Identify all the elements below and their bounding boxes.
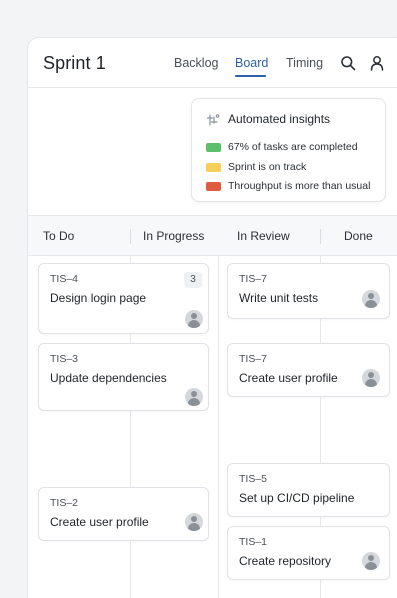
insights-title: Automated insights — [228, 112, 331, 126]
board-panel: Sprint 1 Backlog Board Timing Automated … — [27, 37, 397, 598]
column-header-in-progress[interactable]: In Progress — [143, 229, 204, 243]
avatar[interactable] — [362, 552, 380, 570]
insight-text: Sprint is on track — [228, 161, 307, 173]
avatar[interactable] — [185, 388, 203, 406]
card-title: Create user profile — [239, 371, 338, 385]
card-key: TIS–3 — [50, 353, 79, 365]
task-card-tis-7[interactable]: TIS–7 Create user profile — [227, 343, 390, 397]
column-divider — [218, 256, 219, 598]
task-card-tis-3[interactable]: TIS–3 Update dependencies — [38, 343, 209, 411]
avatar[interactable] — [362, 369, 380, 387]
board-column-headers: To Do In Progress In Review Done — [28, 215, 397, 256]
status-red-indicator — [206, 182, 221, 191]
automated-insights-panel: Automated insights 67% of tasks are comp… — [191, 98, 386, 202]
card-title: Set up CI/CD pipeline — [239, 491, 355, 505]
tab-active-indicator — [235, 75, 266, 77]
card-title: Create repository — [239, 554, 332, 568]
card-key: TIS–2 — [50, 497, 79, 509]
card-title: Create user profile — [50, 515, 149, 529]
card-key: TIS–4 — [50, 273, 79, 285]
search-icon[interactable] — [340, 55, 356, 71]
card-key: TIS–7 — [239, 273, 268, 285]
task-card-tis-2[interactable]: TIS–2 Create user profile — [38, 487, 209, 541]
column-header-in-review[interactable]: In Review — [237, 229, 290, 243]
user-icon[interactable] — [369, 55, 385, 71]
card-title: Design login page — [50, 291, 147, 305]
status-green-indicator — [206, 143, 221, 152]
task-card-tis-5[interactable]: TIS–5 Set up CI/CD pipeline — [227, 463, 390, 517]
card-key: TIS–7 — [239, 353, 268, 365]
column-divider — [130, 229, 131, 244]
status-yellow-indicator — [206, 163, 221, 172]
task-card-tis-4[interactable]: TIS–4 Design login page 3 — [38, 263, 209, 334]
column-divider — [320, 229, 321, 244]
task-card-tis-1[interactable]: TIS–1 Create repository — [227, 526, 390, 580]
avatar[interactable] — [185, 513, 203, 531]
insights-icon — [206, 114, 220, 126]
avatar[interactable] — [362, 290, 380, 308]
tab-board[interactable]: Board — [235, 56, 268, 70]
card-key: TIS–5 — [239, 473, 268, 485]
task-card-tis-7[interactable]: TIS–7 Write unit tests — [227, 263, 390, 319]
tab-backlog[interactable]: Backlog — [174, 56, 218, 70]
column-header-to-do[interactable]: To Do — [43, 229, 74, 243]
card-title: Write unit tests — [239, 291, 319, 305]
avatar[interactable] — [185, 310, 203, 328]
insight-text: 67% of tasks are completed — [228, 141, 358, 153]
tab-timing[interactable]: Timing — [286, 56, 323, 70]
card-title: Update dependencies — [50, 371, 167, 385]
board-header: Sprint 1 Backlog Board Timing — [28, 38, 397, 88]
insight-text: Throughput is more than usual — [228, 180, 371, 192]
story-points-badge: 3 — [184, 272, 202, 288]
page-title: Sprint 1 — [43, 53, 106, 73]
card-key: TIS–1 — [239, 536, 268, 548]
column-header-done[interactable]: Done — [344, 229, 373, 243]
